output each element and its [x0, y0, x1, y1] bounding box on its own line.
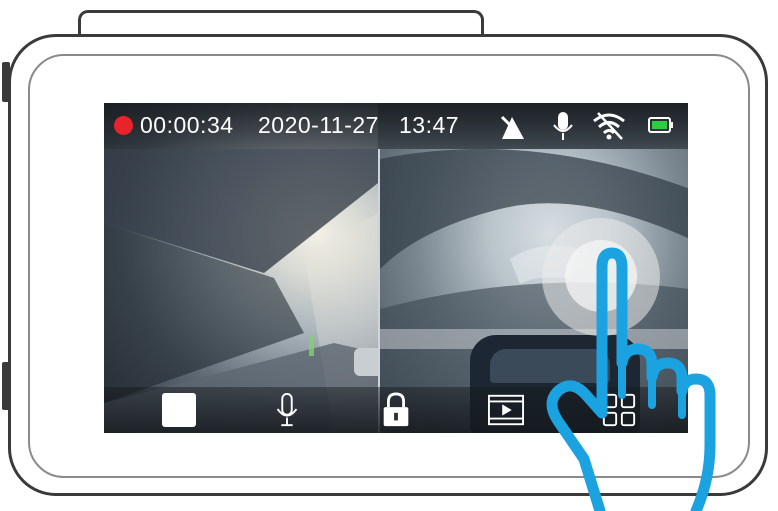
elapsed-time: 00:00:34: [140, 112, 234, 138]
wifi-icon: [593, 112, 625, 140]
microphone-icon: [553, 112, 573, 140]
lock-button[interactable]: [380, 392, 412, 428]
front-camera-feed[interactable]: [104, 103, 378, 433]
gps-satellite-icon: [500, 115, 524, 139]
side-button-top[interactable]: [2, 62, 10, 102]
car-left: [354, 348, 378, 376]
battery-icon: [648, 117, 673, 133]
stop-record-button[interactable]: [162, 393, 196, 427]
microphone-button[interactable]: [274, 392, 300, 428]
pointing-hand-icon: [546, 247, 716, 511]
recording-dot-icon: [114, 116, 133, 135]
tunnel-scene: [104, 149, 378, 433]
date-label: 2020-11-27: [258, 112, 379, 138]
clock-label: 13:47: [399, 112, 460, 138]
status-bar: 00:00:34 2020-11-27 13:47: [104, 103, 688, 149]
side-button-bottom[interactable]: [2, 362, 10, 410]
